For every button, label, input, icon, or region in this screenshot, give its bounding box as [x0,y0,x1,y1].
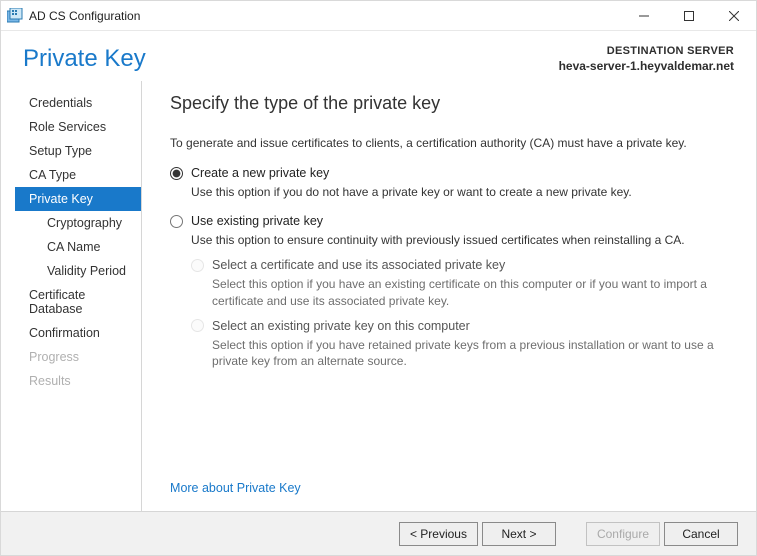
option-use-existing: Use existing private key Use this option… [170,214,730,369]
wizard-steps-sidebar: Credentials Role Services Setup Type CA … [1,81,142,511]
close-button[interactable] [711,1,756,31]
radio-select-certificate-label: Select a certificate and use its associa… [212,258,505,272]
radio-select-certificate-desc: Select this option if you have an existi… [212,276,730,308]
title-bar: AD CS Configuration [1,1,756,31]
suboption-select-certificate: Select a certificate and use its associa… [191,258,730,308]
step-credentials[interactable]: Credentials [15,91,141,115]
previous-button[interactable]: < Previous [399,522,478,546]
radio-select-certificate-input [191,259,204,272]
step-role-services[interactable]: Role Services [15,115,141,139]
destination-server-label: DESTINATION SERVER [559,45,734,57]
destination-server-block: DESTINATION SERVER heva-server-1.heyvald… [559,45,734,73]
radio-use-existing-label: Use existing private key [191,214,323,228]
content-heading: Specify the type of the private key [170,93,730,114]
footer: < Previous Next > Configure Cancel [1,511,756,555]
radio-select-existing-key-label: Select an existing private key on this c… [212,319,470,333]
radio-create-new[interactable]: Create a new private key [170,166,730,180]
radio-use-existing[interactable]: Use existing private key [170,214,730,228]
step-certificate-database[interactable]: Certificate Database [15,283,141,321]
destination-server-value: heva-server-1.heyvaldemar.net [559,59,734,73]
radio-create-new-label: Create a new private key [191,166,329,180]
step-results: Results [15,369,141,393]
configure-button: Configure [586,522,660,546]
suboption-select-existing-key: Select an existing private key on this c… [191,319,730,369]
next-button[interactable]: Next > [482,522,556,546]
step-validity-period[interactable]: Validity Period [15,259,141,283]
intro-text: To generate and issue certificates to cl… [170,136,730,150]
app-icon [7,8,23,24]
content-pane: Specify the type of the private key To g… [142,81,752,511]
step-private-key[interactable]: Private Key [15,187,141,211]
step-confirmation[interactable]: Confirmation [15,321,141,345]
wizard-window: AD CS Configuration Private Key DESTINAT… [0,0,757,556]
step-ca-type[interactable]: CA Type [15,163,141,187]
radio-use-existing-desc: Use this option to ensure continuity wit… [191,232,730,248]
radio-create-new-input[interactable] [170,167,183,180]
radio-select-certificate: Select a certificate and use its associa… [191,258,730,272]
step-progress: Progress [15,345,141,369]
cancel-button[interactable]: Cancel [664,522,738,546]
step-setup-type[interactable]: Setup Type [15,139,141,163]
minimize-button[interactable] [621,1,666,31]
radio-select-existing-key-desc: Select this option if you have retained … [212,337,730,369]
maximize-button[interactable] [666,1,711,31]
more-about-link[interactable]: More about Private Key [170,481,730,495]
radio-use-existing-input[interactable] [170,215,183,228]
step-cryptography[interactable]: Cryptography [15,211,141,235]
header: Private Key DESTINATION SERVER heva-serv… [1,31,756,81]
radio-select-existing-key-input [191,319,204,332]
option-create-new: Create a new private key Use this option… [170,166,730,200]
window-title: AD CS Configuration [29,9,140,23]
page-title: Private Key [23,45,146,73]
step-ca-name[interactable]: CA Name [15,235,141,259]
radio-create-new-desc: Use this option if you do not have a pri… [191,184,730,200]
radio-select-existing-key: Select an existing private key on this c… [191,319,730,333]
